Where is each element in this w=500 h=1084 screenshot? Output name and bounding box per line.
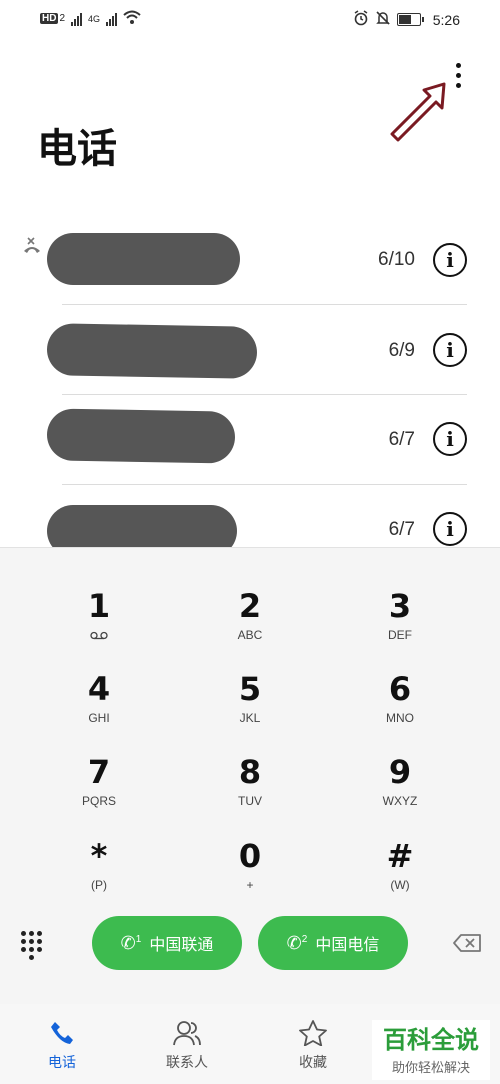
phone-icon: ✆1	[120, 932, 142, 953]
redacted-contact	[46, 408, 236, 464]
key-letters: (P)	[91, 878, 107, 892]
wifi-icon	[123, 10, 141, 27]
net-type: 4G	[88, 13, 101, 24]
tab-label: 电话	[48, 1054, 76, 1070]
key-digit: 3	[388, 587, 412, 625]
sim2-label: 中国电信	[315, 937, 380, 954]
phone-icon	[22, 1020, 102, 1052]
call-actions: ✆1 中国联通 ✆2 中国电信	[0, 915, 500, 975]
annotation-arrow	[390, 82, 446, 142]
info-icon[interactable]: i	[433, 422, 467, 456]
dial-key-2[interactable]: 2 ABC	[180, 586, 320, 662]
tab-phone[interactable]: 电话	[22, 1020, 102, 1072]
key-digit: 8	[238, 753, 262, 791]
key-letters: MNO	[386, 711, 414, 725]
call-date: 6/7	[388, 519, 415, 540]
dial-key-7[interactable]: 7 PQRS	[29, 752, 169, 828]
call-date: 6/10	[378, 249, 415, 270]
key-letters: (W)	[390, 878, 410, 892]
contacts-icon	[147, 1020, 227, 1052]
dial-key-5[interactable]: 5 JKL	[180, 669, 320, 745]
call-log-row[interactable]: 6/7 i	[0, 395, 500, 485]
star-icon	[273, 1020, 353, 1052]
key-digit: 7	[87, 753, 111, 791]
key-digit: #	[386, 837, 414, 875]
dial-key-star[interactable]: * (P)	[29, 836, 169, 912]
call-sim2-button[interactable]: ✆2 中国电信	[258, 916, 408, 970]
battery-icon	[396, 13, 424, 26]
dial-key-3[interactable]: 3 DEF	[330, 586, 470, 662]
missed-call-icon	[22, 235, 42, 260]
watermark-subtitle: 助你轻松解决	[391, 1060, 470, 1075]
clock: 5:26	[432, 11, 460, 28]
more-options-icon[interactable]	[450, 60, 466, 94]
dial-key-hash[interactable]: # (W)	[330, 836, 470, 912]
call-log-row[interactable]: 6/10 i	[0, 215, 500, 305]
dial-key-1[interactable]: 1	[29, 586, 169, 662]
dial-key-9[interactable]: 9 WXYZ	[330, 752, 470, 828]
key-digit: 6	[388, 670, 412, 708]
watermark-title: 百科全说	[383, 1026, 479, 1054]
key-letters: PQRS	[81, 794, 116, 808]
tab-contacts[interactable]: 联系人	[147, 1020, 227, 1072]
info-icon[interactable]: i	[433, 243, 467, 277]
page-title: 电话	[37, 126, 117, 172]
tab-label: 收藏	[299, 1054, 327, 1070]
call-log-row[interactable]: 6/9 i	[0, 305, 500, 395]
signal-icon	[71, 12, 83, 26]
info-icon[interactable]: i	[433, 333, 467, 367]
key-digit: *	[90, 837, 108, 875]
backspace-icon[interactable]	[452, 933, 482, 953]
dial-key-4[interactable]: 4 GHI	[29, 669, 169, 745]
hd-badge: HD	[40, 13, 59, 24]
key-letters: WXYZ	[382, 794, 418, 808]
redacted-contact	[47, 233, 240, 285]
tab-label: 联系人	[166, 1054, 208, 1070]
info-icon[interactable]: i	[433, 512, 467, 546]
dial-key-0[interactable]: 0 +	[180, 836, 320, 912]
call-date: 6/7	[388, 429, 415, 450]
signal-icon-2	[106, 12, 118, 26]
call-sim1-button[interactable]: ✆1 中国联通	[92, 916, 242, 970]
key-letters: TUV	[238, 794, 262, 808]
key-letters: DEF	[388, 628, 412, 642]
dial-key-6[interactable]: 6 MNO	[330, 669, 470, 745]
redacted-contact	[46, 323, 258, 379]
dial-key-8[interactable]: 8 TUV	[180, 752, 320, 828]
key-digit: 4	[87, 670, 111, 708]
call-date: 6/9	[388, 340, 415, 361]
key-letters: JKL	[239, 711, 261, 725]
status-bar: HD 2 4G 5:26	[0, 0, 500, 38]
key-digit: 2	[238, 587, 262, 625]
key-digit: 0	[238, 837, 262, 875]
phone-hd-icon: ✆2	[286, 932, 308, 953]
tab-favorites[interactable]: 收藏	[273, 1020, 353, 1072]
key-letters: GHI	[88, 711, 110, 725]
mute-icon	[375, 10, 391, 29]
key-letters: +	[246, 878, 254, 892]
key-digit: 9	[388, 753, 412, 791]
voicemail-icon	[90, 628, 108, 643]
dialpad-toggle-icon[interactable]	[21, 931, 45, 960]
watermark-logo: 百科全说 助你轻松解决	[372, 1020, 490, 1080]
key-digit: 1	[87, 587, 111, 625]
key-digit: 5	[238, 670, 262, 708]
sim2-indicator: 2	[59, 13, 66, 24]
sim1-label: 中国联通	[149, 937, 214, 954]
alarm-icon	[353, 10, 369, 29]
key-letters: ABC	[237, 628, 263, 642]
